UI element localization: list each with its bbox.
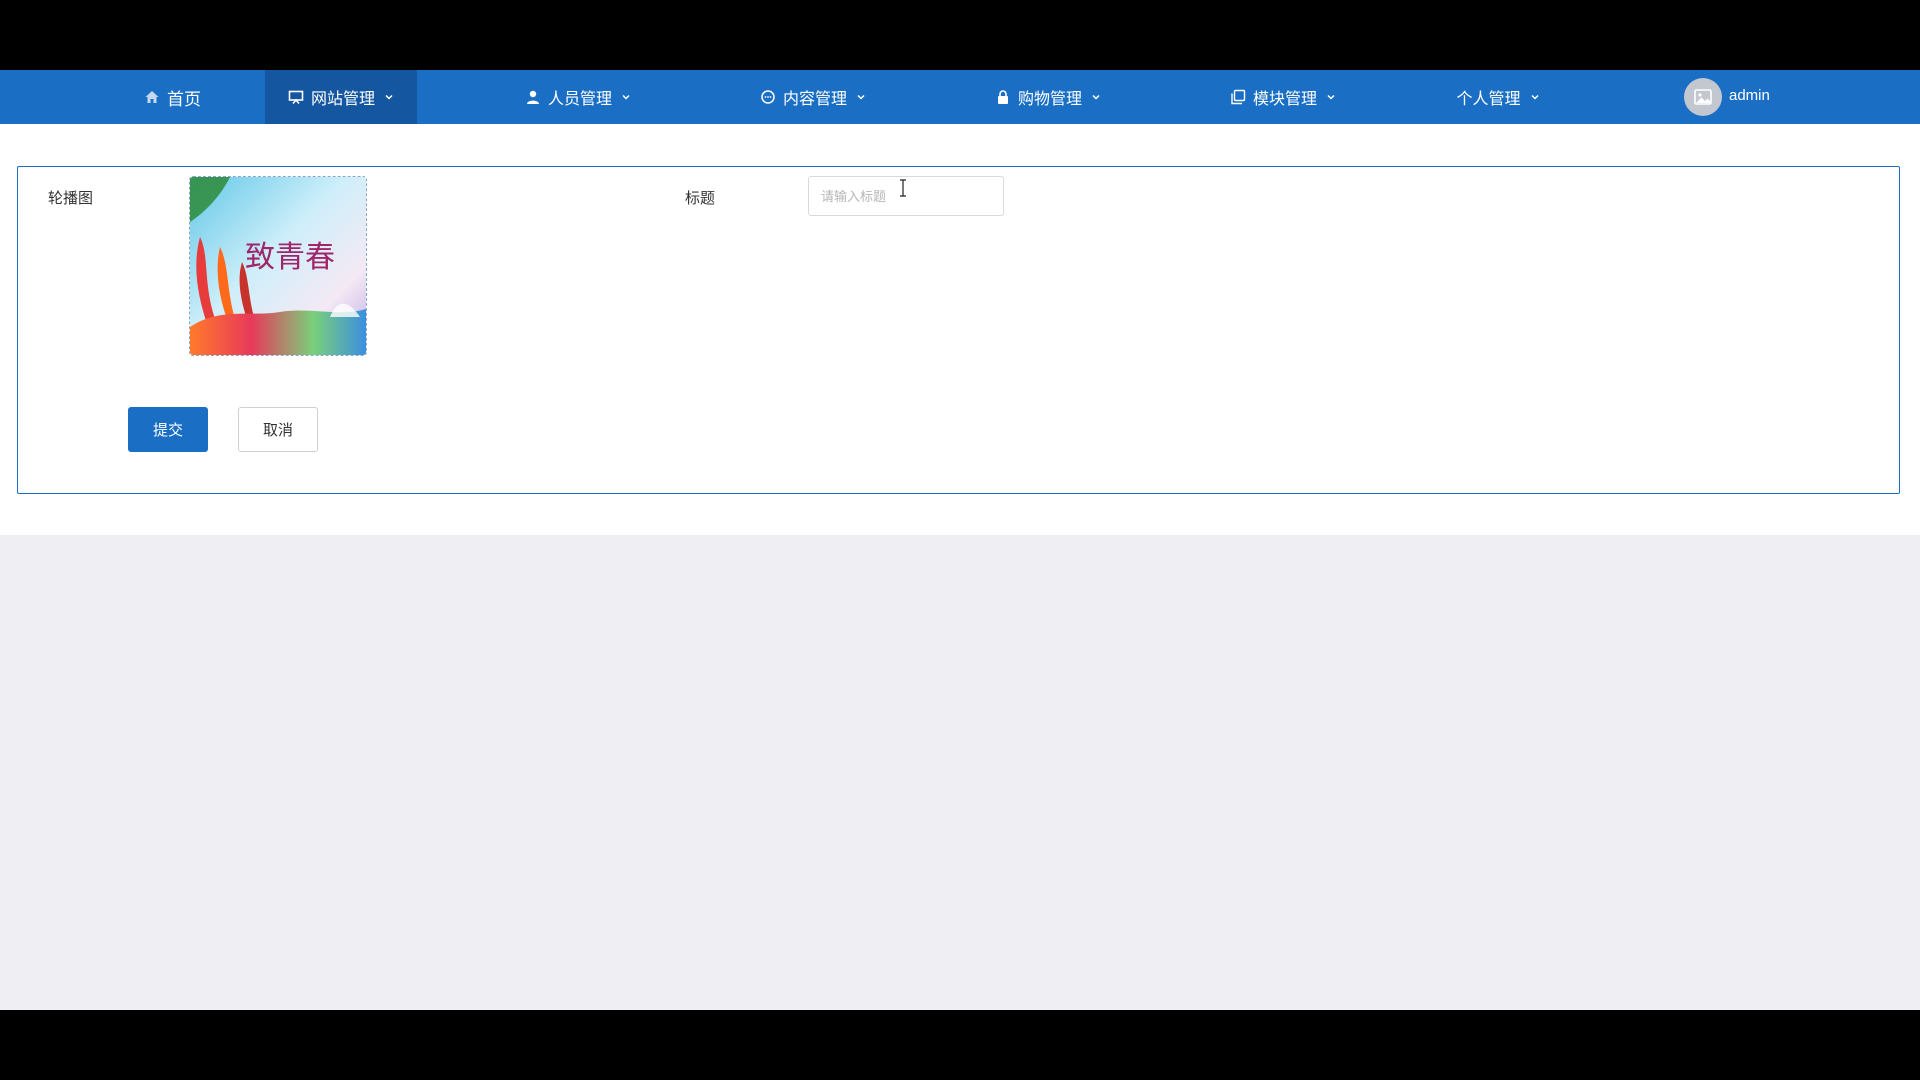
user-name[interactable]: admin <box>1729 87 1770 104</box>
carousel-edit-form: 轮播图 致青春 标题 请输入标题 提交 取消 <box>17 166 1900 494</box>
nav-item-content-management[interactable]: 内容管理 <box>733 70 893 124</box>
cancel-button[interactable]: 取消 <box>238 407 318 452</box>
nav-item-label: 首页 <box>167 89 201 109</box>
nav-item-website-management[interactable]: 网站管理 <box>265 70 417 124</box>
monitor-icon <box>288 89 304 105</box>
content-area: 轮播图 致青春 标题 请输入标题 提交 取消 <box>0 124 1920 535</box>
home-icon <box>144 89 160 105</box>
chat-icon <box>760 89 776 105</box>
user-icon <box>525 89 541 105</box>
letterbox-bottom <box>0 1010 1920 1080</box>
nav-item-label: 内容管理 <box>782 91 847 108</box>
chevron-down-icon <box>1091 92 1101 102</box>
nav-item-label: 个人管理 <box>1456 91 1521 108</box>
chevron-down-icon <box>384 92 394 102</box>
nav-item-personal-management[interactable]: 个人管理 <box>1428 70 1568 124</box>
nav-item-module-management[interactable]: 模块管理 <box>1203 70 1363 124</box>
image-icon <box>1694 89 1712 105</box>
nav-item-label: 网站管理 <box>310 91 375 108</box>
app-window: 首页 网站管理 人员管理 内容管理 购物管理 模块管理 个人管理 admin 轮… <box>0 70 1920 1010</box>
nav-item-home[interactable]: 首页 <box>80 70 265 124</box>
nav-item-label: 购物管理 <box>1017 91 1082 108</box>
nav-item-label: 模块管理 <box>1252 91 1317 108</box>
copy-icon <box>1230 89 1246 105</box>
text-cursor-icon <box>900 179 906 197</box>
submit-button[interactable]: 提交 <box>128 407 208 452</box>
chevron-down-icon <box>621 92 631 102</box>
nav-item-staff-management[interactable]: 人员管理 <box>500 70 656 124</box>
lock-icon <box>995 89 1011 105</box>
top-navbar: 首页 网站管理 人员管理 内容管理 购物管理 模块管理 个人管理 admin <box>0 70 1920 124</box>
nav-item-shopping-management[interactable]: 购物管理 <box>968 70 1128 124</box>
avatar[interactable] <box>1684 78 1722 116</box>
chevron-down-icon <box>1530 92 1540 102</box>
carousel-image-text: 致青春 <box>245 240 335 275</box>
letterbox-top <box>0 0 1920 70</box>
nav-item-label: 人员管理 <box>547 91 612 108</box>
carousel-image-upload[interactable]: 致青春 <box>189 176 367 356</box>
carousel-image: 致青春 <box>190 177 366 355</box>
chevron-down-icon <box>1326 92 1336 102</box>
carousel-label: 轮播图 <box>48 190 94 207</box>
title-label: 标题 <box>685 190 716 207</box>
chevron-down-icon <box>856 92 866 102</box>
